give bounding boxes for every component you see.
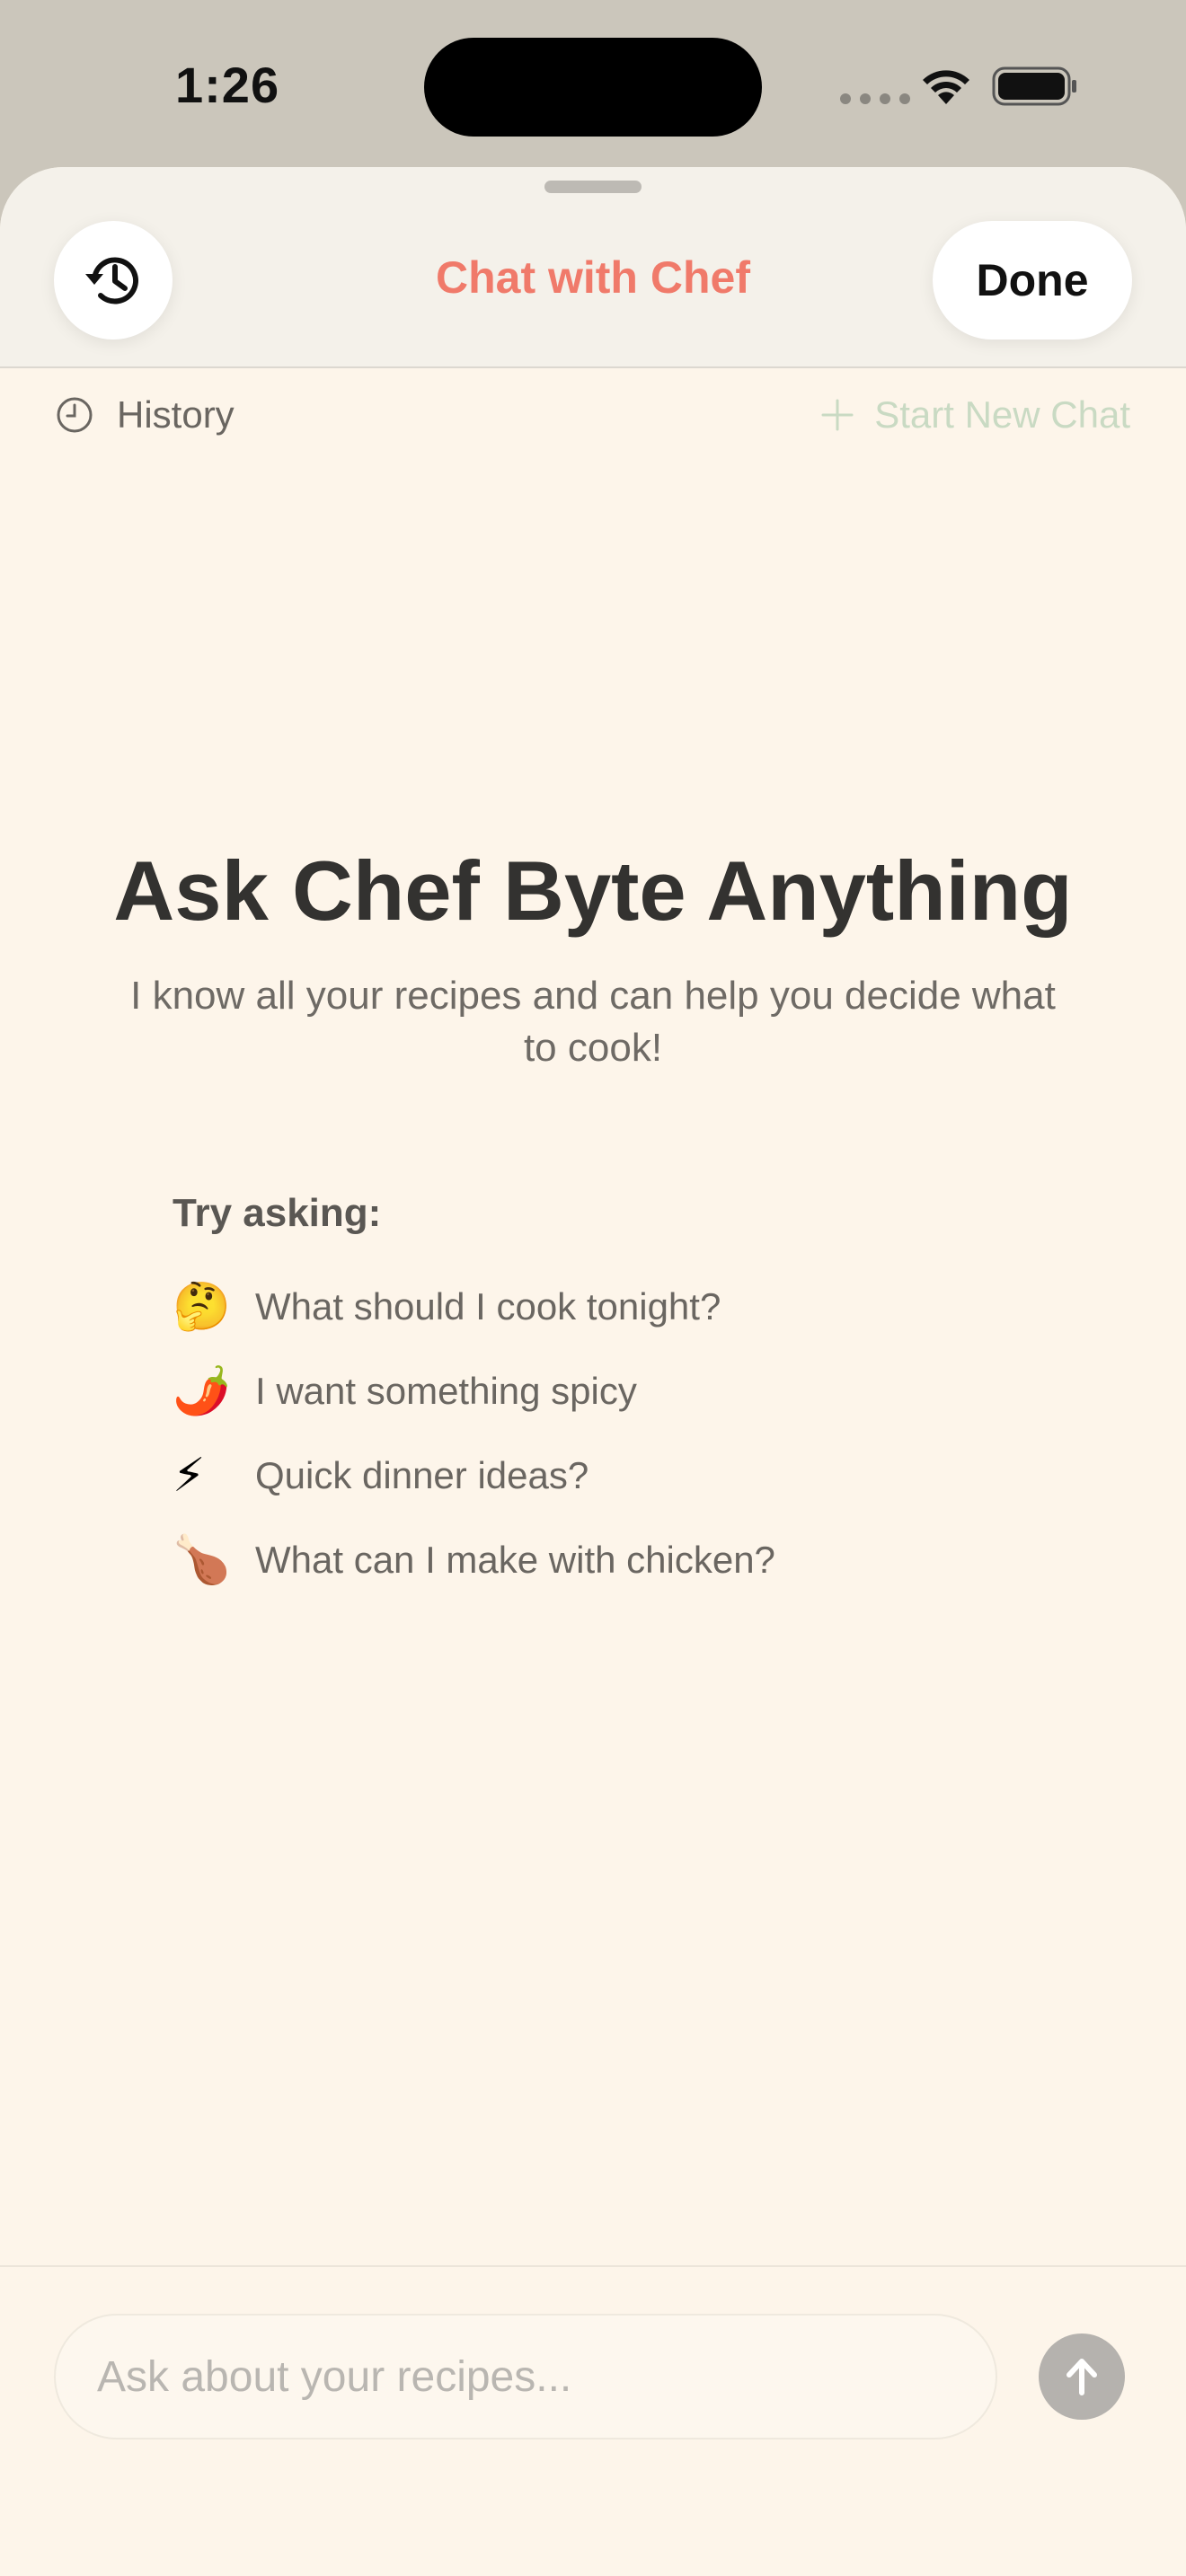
battery-icon — [992, 66, 1076, 106]
try-asking-heading: Try asking: — [173, 1191, 382, 1235]
suggestion-list: 🤔 What should I cook tonight? 🌶️ I want … — [173, 1265, 775, 1602]
drumstick-icon: 🍗 — [173, 1534, 231, 1586]
arrow-up-icon — [1067, 2359, 1097, 2395]
suggestion-text: What can I make with chicken? — [255, 1539, 775, 1581]
send-button[interactable] — [1039, 2333, 1125, 2420]
cellular-signal-icon — [840, 93, 910, 104]
suggestion-item[interactable]: 🌶️ I want something spicy — [173, 1349, 775, 1434]
suggestion-item[interactable]: 🤔 What should I cook tonight? — [173, 1265, 775, 1349]
sheet-header: Chat with Chef Done — [0, 167, 1186, 368]
status-time: 1:26 — [175, 57, 280, 113]
sheet-grabber[interactable] — [544, 181, 642, 193]
history-link[interactable]: History — [56, 393, 235, 437]
start-new-chat-button[interactable]: Start New Chat — [820, 393, 1130, 437]
empty-state-title: Ask Chef Byte Anything — [113, 843, 1073, 938]
message-input[interactable] — [54, 2314, 997, 2439]
suggestion-item[interactable]: ⚡ Quick dinner ideas? — [173, 1434, 775, 1518]
lightning-icon: ⚡ — [173, 1450, 206, 1502]
sheet-title: Chat with Chef — [436, 252, 750, 303]
clock-icon — [57, 397, 93, 433]
thinking-face-icon: 🤔 — [173, 1281, 231, 1333]
suggestion-item[interactable]: 🍗 What can I make with chicken? — [173, 1518, 775, 1602]
suggestion-text: Quick dinner ideas? — [255, 1454, 589, 1496]
plus-icon — [821, 399, 854, 431]
history-button[interactable] — [54, 221, 173, 340]
chat-sheet: Chat with Chef Done History Start New Ch… — [0, 167, 1186, 2576]
status-bar: 1:26 — [0, 0, 1186, 171]
message-composer — [0, 2265, 1186, 2576]
clock-arrow-icon — [85, 257, 138, 304]
dynamic-island — [424, 38, 762, 137]
done-button[interactable]: Done — [933, 221, 1132, 340]
suggestion-text: What should I cook tonight? — [255, 1285, 721, 1328]
chili-pepper-icon: 🌶️ — [173, 1365, 231, 1417]
history-label: History — [117, 393, 235, 436]
start-new-chat-label: Start New Chat — [874, 393, 1130, 436]
empty-state-subtitle: I know all your recipes and can help you… — [130, 974, 1056, 1070]
suggestion-text: I want something spicy — [255, 1370, 637, 1412]
wifi-icon — [923, 70, 969, 104]
